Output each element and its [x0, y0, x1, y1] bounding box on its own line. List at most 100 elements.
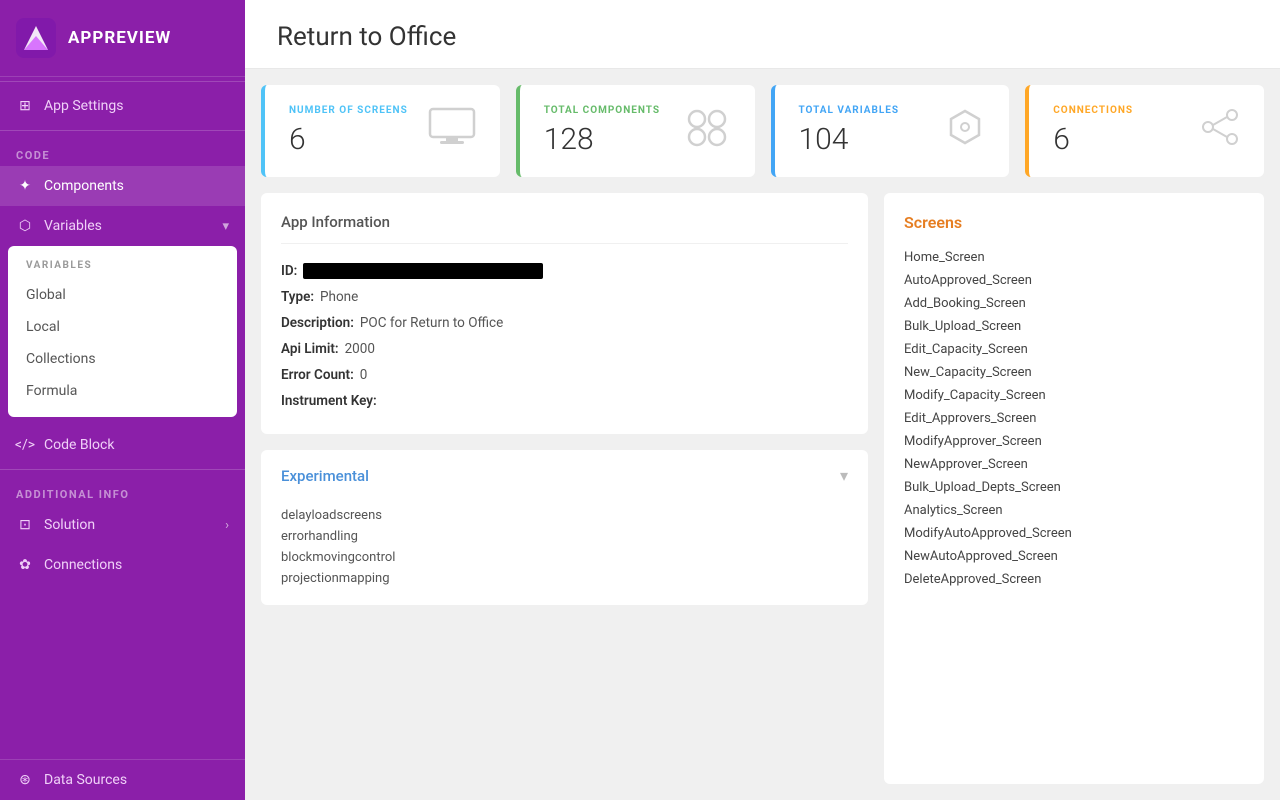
code-icon: </> — [16, 436, 34, 454]
info-row-api-limit: Api Limit: 2000 — [281, 336, 848, 362]
screen-item-3[interactable]: Add_Booking_Screen — [904, 292, 1244, 315]
sidebar-item-label-variables: Variables — [44, 218, 102, 234]
sidebar-item-local[interactable]: Local — [8, 311, 237, 343]
info-label-api-limit: Api Limit: — [281, 341, 339, 357]
content-left: App Information ID: Type: Phone Descript… — [261, 193, 868, 784]
experimental-header[interactable]: Experimental ▾ — [261, 450, 868, 501]
stat-label-screens: NUMBER OF SCREENS — [289, 105, 408, 116]
sidebar-item-solution[interactable]: ⊡ Solution › — [0, 505, 245, 545]
screen-item-15[interactable]: DeleteApproved_Screen — [904, 568, 1244, 591]
grid-icon: ⊞ — [16, 97, 34, 115]
info-label-type: Type: — [281, 289, 314, 305]
info-value-description: POC for Return to Office — [360, 315, 503, 331]
info-row-id: ID: — [281, 258, 848, 284]
screen-item-8[interactable]: Edit_Approvers_Screen — [904, 407, 1244, 430]
info-row-error-count: Error Count: 0 — [281, 362, 848, 388]
screen-item-13[interactable]: ModifyAutoApproved_Screen — [904, 522, 1244, 545]
experimental-list: delayloadscreens errorhandling blockmovi… — [261, 501, 868, 605]
info-label-description: Description: — [281, 315, 354, 331]
variables-submenu: VARIABLES Global Local Collections Formu… — [8, 246, 237, 417]
stat-value-components: 128 — [544, 122, 660, 157]
sidebar-item-formula[interactable]: Formula — [8, 375, 237, 407]
logo-area: APPREVIEW — [0, 0, 245, 77]
experimental-chevron-icon: ▾ — [840, 466, 848, 485]
sidebar-item-connections[interactable]: ✿ Connections — [0, 545, 245, 585]
sidebar-bottom: ⊛ Data Sources — [0, 759, 245, 800]
divider-3 — [0, 469, 245, 470]
page-title: Return to Office — [277, 22, 1248, 52]
app-info-title: App Information — [281, 213, 848, 244]
variables-stat-icon — [945, 107, 985, 156]
screen-item-9[interactable]: ModifyApprover_Screen — [904, 430, 1244, 453]
screen-item-7[interactable]: Modify_Capacity_Screen — [904, 384, 1244, 407]
sidebar-item-app-settings[interactable]: ⊞ App Settings — [0, 86, 245, 126]
stats-row: NUMBER OF SCREENS 6 TOTAL COMPONENTS 128 — [245, 69, 1280, 177]
stat-value-variables: 104 — [799, 122, 900, 157]
experimental-item-2: errorhandling — [281, 526, 848, 547]
screens-title: Screens — [904, 213, 1244, 232]
app-name: APPREVIEW — [68, 28, 171, 48]
stat-card-screens: NUMBER OF SCREENS 6 — [261, 85, 500, 177]
screens-panel: Screens Home_Screen AutoApproved_Screen … — [884, 193, 1264, 784]
screen-item-12[interactable]: Analytics_Screen — [904, 499, 1244, 522]
sidebar-item-components[interactable]: ✦ Components — [0, 166, 245, 206]
app-info-card: App Information ID: Type: Phone Descript… — [261, 193, 868, 434]
stat-card-components: TOTAL COMPONENTS 128 — [516, 85, 755, 177]
sidebar-item-label-data-sources: Data Sources — [44, 772, 127, 788]
variables-submenu-header: VARIABLES — [8, 256, 237, 279]
screen-item-2[interactable]: AutoApproved_Screen — [904, 269, 1244, 292]
components-icon: ✦ — [16, 177, 34, 195]
sidebar-item-data-sources[interactable]: ⊛ Data Sources — [0, 760, 245, 800]
solution-icon: ⊡ — [16, 516, 34, 534]
info-value-error-count: 0 — [360, 367, 368, 383]
main-header: Return to Office — [245, 0, 1280, 69]
divider-1 — [0, 81, 245, 82]
screen-item-4[interactable]: Bulk_Upload_Screen — [904, 315, 1244, 338]
stat-value-screens: 6 — [289, 122, 408, 157]
info-row-type: Type: Phone — [281, 284, 848, 310]
sidebar-item-label-code-block: Code Block — [44, 437, 114, 453]
components-stat-icon — [683, 107, 731, 156]
sidebar-item-code-block[interactable]: </> Code Block — [0, 425, 245, 465]
info-row-description: Description: POC for Return to Office — [281, 310, 848, 336]
screen-item-11[interactable]: Bulk_Upload_Depts_Screen — [904, 476, 1244, 499]
sidebar-item-collections[interactable]: Collections — [8, 343, 237, 375]
stat-label-connections: CONNECTIONS — [1053, 105, 1133, 116]
info-label-error-count: Error Count: — [281, 367, 354, 383]
info-value-type: Phone — [320, 289, 358, 305]
info-value-id-redacted — [303, 263, 543, 279]
screen-stat-icon — [428, 107, 476, 156]
sidebar-item-label-app-settings: App Settings — [44, 98, 123, 114]
content-row: App Information ID: Type: Phone Descript… — [245, 177, 1280, 800]
main-content: Return to Office NUMBER OF SCREENS 6 TOT… — [245, 0, 1280, 800]
sidebar-item-label-solution: Solution — [44, 517, 95, 533]
screen-item-1[interactable]: Home_Screen — [904, 246, 1244, 269]
sidebar-item-label-components: Components — [44, 178, 124, 194]
connections-icon: ✿ — [16, 556, 34, 574]
screen-item-10[interactable]: NewApprover_Screen — [904, 453, 1244, 476]
divider-2 — [0, 130, 245, 131]
stat-card-variables: TOTAL VARIABLES 104 — [771, 85, 1010, 177]
chevron-right-icon: › — [225, 518, 229, 533]
info-label-instrument-key: Instrument Key: — [281, 393, 377, 409]
stat-info-variables: TOTAL VARIABLES 104 — [799, 105, 900, 157]
code-section-label: CODE — [0, 135, 245, 166]
screen-item-6[interactable]: New_Capacity_Screen — [904, 361, 1244, 384]
screen-item-14[interactable]: NewAutoApproved_Screen — [904, 545, 1244, 568]
experimental-item-3: blockmovingcontrol — [281, 547, 848, 568]
experimental-title: Experimental — [281, 467, 369, 485]
sidebar: APPREVIEW ⊞ App Settings CODE ✦ Componen… — [0, 0, 245, 800]
sidebar-item-global[interactable]: Global — [8, 279, 237, 311]
info-row-instrument-key: Instrument Key: — [281, 388, 848, 414]
stat-info-connections: CONNECTIONS 6 — [1053, 105, 1133, 157]
sidebar-item-variables[interactable]: ⬡ Variables ▾ — [0, 206, 245, 246]
chevron-down-icon: ▾ — [222, 219, 229, 234]
sidebar-item-label-connections: Connections — [44, 557, 122, 573]
stat-info-components: TOTAL COMPONENTS 128 — [544, 105, 660, 157]
screen-item-5[interactable]: Edit_Capacity_Screen — [904, 338, 1244, 361]
data-sources-icon: ⊛ — [16, 771, 34, 789]
additional-info-label: ADDITIONAL INFO — [0, 474, 245, 505]
info-label-id: ID: — [281, 263, 297, 279]
experimental-card: Experimental ▾ delayloadscreens errorhan… — [261, 450, 868, 605]
info-value-api-limit: 2000 — [345, 341, 375, 357]
